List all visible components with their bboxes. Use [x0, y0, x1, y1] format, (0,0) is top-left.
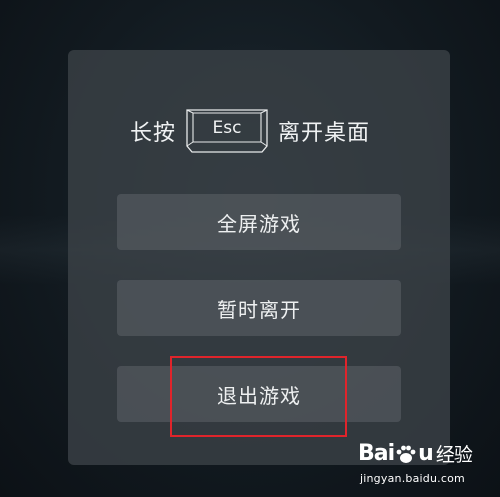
brand-cn: 经验	[435, 444, 473, 466]
dialog-title: 长按 Esc 离开桌面	[0, 106, 500, 156]
fullscreen-game-button[interactable]: 全屏游戏	[117, 194, 401, 250]
leave-temporarily-label: 暂时离开	[217, 297, 301, 322]
esc-key-label: Esc	[212, 118, 242, 138]
fullscreen-game-label: 全屏游戏	[217, 211, 301, 236]
esc-key-icon: Esc	[184, 108, 270, 154]
watermark-url: jingyan.baidu.com	[360, 472, 465, 485]
paw-icon	[396, 445, 416, 463]
annotation-highlight-box	[170, 356, 347, 437]
leave-temporarily-button[interactable]: 暂时离开	[117, 280, 401, 336]
brand-part2: u	[418, 441, 434, 466]
baidu-jingyan-watermark: Bai u 经验 jingyan.baidu.com	[358, 440, 498, 494]
brand-part1: Bai	[358, 441, 395, 466]
title-suffix: 离开桌面	[278, 121, 371, 146]
title-prefix: 长按	[129, 121, 176, 146]
baidu-logo: Bai u 经验	[358, 440, 473, 467]
